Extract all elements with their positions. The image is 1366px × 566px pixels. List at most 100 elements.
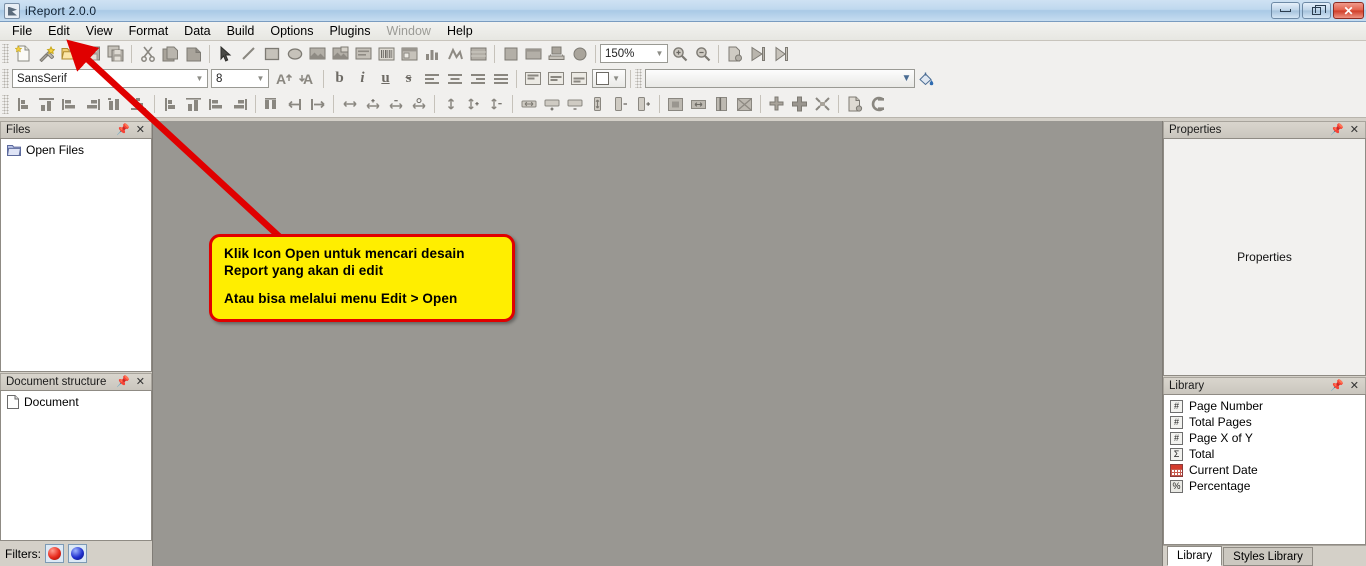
vertical-align-top-icon[interactable] <box>522 68 543 89</box>
minimize-button[interactable] <box>1271 2 1300 19</box>
menu-edit[interactable]: Edit <box>40 22 78 40</box>
vertical-align-bottom-icon[interactable] <box>568 68 589 89</box>
paste-icon[interactable] <box>183 43 204 64</box>
same-height-max-icon[interactable] <box>463 94 484 115</box>
execute-empty-datasource-icon[interactable] <box>770 43 791 64</box>
align-bottom-edges-icon[interactable] <box>82 94 103 115</box>
shrink-element-icon[interactable] <box>812 94 833 115</box>
select-tool-icon[interactable] <box>215 43 236 64</box>
frame-tool-icon[interactable] <box>468 43 489 64</box>
line-tool-icon[interactable] <box>238 43 259 64</box>
pin-icon[interactable]: 📌 <box>1330 125 1344 136</box>
align-top-edges-icon[interactable] <box>59 94 80 115</box>
list-item[interactable]: % Percentage <box>1166 478 1363 494</box>
close-icon[interactable]: ✕ <box>136 377 145 388</box>
toolbar-grip[interactable] <box>2 95 9 114</box>
same-width-icon[interactable] <box>339 94 360 115</box>
strikethrough-button[interactable]: s <box>398 68 419 89</box>
same-width-min-icon[interactable] <box>385 94 406 115</box>
break-tool-icon[interactable] <box>500 43 521 64</box>
pin-icon[interactable]: 📌 <box>116 377 130 388</box>
font-family-combobox[interactable]: SansSerif ▼ <box>12 69 208 88</box>
align-center-band-icon[interactable] <box>183 94 204 115</box>
fit-height-plus-icon[interactable] <box>633 94 654 115</box>
menu-data[interactable]: Data <box>176 22 218 40</box>
close-icon[interactable]: ✕ <box>1350 381 1359 392</box>
vertical-align-middle-icon[interactable] <box>545 68 566 89</box>
increase-font-size-icon[interactable]: A <box>274 68 295 89</box>
subreport-tool-icon[interactable] <box>399 43 420 64</box>
copy-icon[interactable] <box>160 43 181 64</box>
bold-button[interactable]: b <box>329 68 350 89</box>
same-height-min-icon[interactable] <box>486 94 507 115</box>
filter-red-sphere-button[interactable] <box>45 544 64 563</box>
list-item[interactable]: Current Date <box>1166 462 1363 478</box>
rectangle-tool-icon[interactable] <box>261 43 282 64</box>
decrease-font-size-icon[interactable]: A <box>297 68 318 89</box>
tree-item-document[interactable]: Document <box>3 394 149 410</box>
filter-blue-sphere-button[interactable] <box>68 544 87 563</box>
text-field-tool-icon[interactable] <box>353 43 374 64</box>
execute-report-icon[interactable] <box>747 43 768 64</box>
align-left-icon[interactable] <box>421 68 442 89</box>
align-horizontal-center-icon[interactable] <box>105 94 126 115</box>
menu-build[interactable]: Build <box>219 22 263 40</box>
align-justify-icon[interactable] <box>490 68 511 89</box>
paint-bucket-icon[interactable] <box>916 68 937 89</box>
maximize-restore-button[interactable] <box>1302 2 1331 19</box>
align-center-vertical-icon[interactable] <box>36 94 57 115</box>
ellipse-tool-icon[interactable] <box>284 43 305 64</box>
menu-plugins[interactable]: Plugins <box>321 22 378 40</box>
align-left-band-icon[interactable] <box>160 94 181 115</box>
tab-styles-library[interactable]: Styles Library <box>1223 547 1313 566</box>
remove-margin-icon[interactable] <box>867 94 888 115</box>
page-setup-icon[interactable] <box>844 94 865 115</box>
align-left-edges-icon[interactable] <box>13 94 34 115</box>
menu-options[interactable]: Options <box>262 22 321 40</box>
border-style-combobox[interactable]: ▼ <box>592 69 626 88</box>
same-width-max-icon[interactable] <box>362 94 383 115</box>
font-size-combobox[interactable]: 8 ▼ <box>211 69 269 88</box>
barcode-tool-icon[interactable] <box>376 43 397 64</box>
crosstab-tool-icon[interactable] <box>445 43 466 64</box>
zoom-out-icon[interactable] <box>692 43 713 64</box>
center-in-band-icon[interactable] <box>665 94 686 115</box>
close-icon[interactable]: ✕ <box>1350 125 1359 136</box>
align-right-icon[interactable] <box>467 68 488 89</box>
save-all-icon[interactable] <box>105 43 126 64</box>
toolbar-grip[interactable] <box>2 44 9 63</box>
zoom-in-icon[interactable] <box>669 43 690 64</box>
fit-width-icon[interactable] <box>518 94 539 115</box>
group-tool-icon[interactable] <box>546 43 567 64</box>
align-center-icon[interactable] <box>444 68 465 89</box>
fit-height-minus-icon[interactable] <box>610 94 631 115</box>
fit-width-plus-icon[interactable] <box>541 94 562 115</box>
toolbar-grip[interactable] <box>635 69 642 88</box>
chevron-down-icon[interactable]: ▼ <box>253 70 268 87</box>
fit-height-icon[interactable] <box>587 94 608 115</box>
toolbar-grip[interactable] <box>2 69 9 88</box>
band-tool-icon[interactable] <box>523 43 544 64</box>
move-element-icon[interactable] <box>766 94 787 115</box>
menu-file[interactable]: File <box>4 22 40 40</box>
align-push-right-icon[interactable] <box>307 94 328 115</box>
italic-button[interactable]: i <box>352 68 373 89</box>
underline-button[interactable]: u <box>375 68 396 89</box>
pin-icon[interactable]: 📌 <box>116 125 130 136</box>
chevron-down-icon[interactable]: ▼ <box>899 70 914 87</box>
list-item[interactable]: # Total Pages <box>1166 414 1363 430</box>
report-wizard-icon[interactable] <box>36 43 57 64</box>
center-horizontally-icon[interactable] <box>688 94 709 115</box>
report-design-canvas[interactable] <box>152 121 1163 566</box>
menu-format[interactable]: Format <box>121 22 177 40</box>
open-file-icon[interactable] <box>59 43 80 64</box>
pin-icon[interactable]: 📌 <box>1330 381 1344 392</box>
static-text-tool-icon[interactable] <box>330 43 351 64</box>
close-icon[interactable]: ✕ <box>136 125 145 136</box>
chart-tool-icon[interactable] <box>422 43 443 64</box>
tab-library[interactable]: Library <box>1167 546 1222 566</box>
chevron-down-icon[interactable]: ▼ <box>609 70 623 87</box>
image-tool-icon[interactable] <box>307 43 328 64</box>
align-vertical-center-icon[interactable] <box>128 94 149 115</box>
new-document-icon[interactable] <box>13 43 34 64</box>
